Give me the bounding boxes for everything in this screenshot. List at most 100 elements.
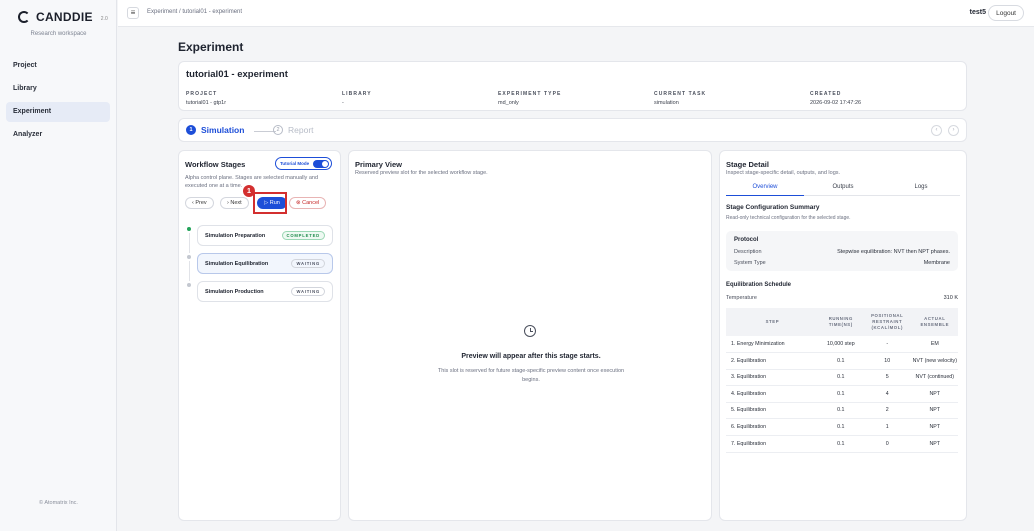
step-number: 2 (273, 125, 283, 135)
chevron-left-icon[interactable]: ‹ (931, 125, 942, 136)
meta-library: LIBRARY - (342, 91, 492, 106)
table-cell: 4. Equilibration (726, 385, 819, 403)
stage-dot (187, 227, 191, 231)
table-cell: 6. Equilibration (726, 418, 819, 437)
meta-value: simulation (654, 99, 679, 106)
tutorial-mode-toggle[interactable]: Tutorial Mode (275, 157, 332, 170)
table-header-row: STEP RUNNING TIME(NS) POSITIONAL RESTRAI… (726, 308, 958, 336)
tab-overview[interactable]: Overview (726, 184, 804, 196)
step-label: Report (288, 125, 314, 135)
table-cell: 10,000 step (818, 336, 863, 354)
logout-button[interactable]: Logout (988, 5, 1024, 21)
status-badge: WAITING (291, 259, 325, 268)
primary-view-panel: Primary View Reserved preview slot for t… (348, 150, 712, 521)
protocol-row: Description Stepwise equilibration: NVT … (734, 249, 950, 255)
section-subtitle: Read-only technical configuration for th… (726, 215, 851, 221)
protocol-box: Protocol Description Stepwise equilibrat… (726, 231, 958, 271)
panel-subtitle: Inspect stage-specific detail, outputs, … (726, 170, 841, 176)
toggle-switch[interactable] (313, 159, 329, 168)
table-cell: NPT (911, 402, 958, 420)
chevron-right-icon[interactable]: › (948, 125, 959, 136)
table-row: 2. Equilibration 0.1 10 NVT (new velocity) (726, 352, 958, 370)
prev-button[interactable]: ‹ Prev (185, 197, 214, 209)
stage-dot (187, 255, 191, 259)
status-badge: WAITING (291, 287, 325, 296)
step-simulation[interactable]: 1 Simulation (186, 125, 244, 135)
table-cell: 3. Equilibration (726, 369, 819, 387)
workspace-label: Research workspace (30, 31, 87, 37)
sidebar: CANDDIE 2.0 Research workspace Project L… (0, 0, 117, 531)
row-value: 310 K (943, 295, 958, 301)
table-cell: 0.1 (818, 369, 863, 387)
stage-item[interactable]: Simulation Preparation COMPLETED (197, 225, 333, 246)
tab-logs[interactable]: Logs (882, 184, 960, 196)
tab-outputs[interactable]: Outputs (804, 184, 882, 196)
annotation-highlight (253, 192, 287, 214)
sidebar-item-library[interactable]: Library (6, 79, 110, 99)
table-row: 4. Equilibration 0.1 4 NPT (726, 385, 958, 403)
panel-title: Stage Detail (726, 160, 769, 169)
menu-icon[interactable]: ≡ (127, 7, 139, 19)
row-key: Description (734, 249, 762, 255)
topbar: ≡ Experiment / tutorial01 - experiment t… (118, 0, 1034, 27)
table-row: 6. Equilibration 0.1 1 NPT (726, 418, 958, 437)
panel-title: Workflow Stages (185, 160, 246, 169)
sidebar-item-experiment[interactable]: Experiment (6, 102, 110, 122)
table-cell: 0.1 (818, 418, 863, 437)
logo[interactable]: CANDDIE 2.0 (18, 10, 108, 24)
meta-value: tutorial01 - gtp1r (186, 99, 227, 106)
step-number: 1 (186, 125, 196, 135)
stage-connector (188, 233, 190, 253)
step-label: Simulation (201, 125, 245, 135)
clock-icon (524, 325, 536, 337)
table-row: 1. Energy Minimization 10,000 step - EM (726, 336, 958, 354)
table-cell: 7. Equilibration (726, 435, 819, 453)
table-cell: 2 (862, 402, 912, 420)
username: test5 (969, 9, 986, 16)
meta-label: CREATED (810, 91, 842, 97)
app-name: CANDDIE (36, 10, 93, 24)
stage-item[interactable]: Simulation Equilibration WAITING (197, 253, 333, 274)
sidebar-item-project[interactable]: Project (6, 56, 110, 76)
column-header: STEP (726, 308, 819, 336)
stepper: 1 Simulation 2 Report ‹ › (178, 118, 967, 142)
table-cell: 1. Energy Minimization (726, 336, 819, 354)
table-cell: NPT (911, 435, 958, 453)
schedule-title: Equilibration Schedule (726, 282, 792, 288)
meta-project: PROJECT tutorial01 - gtp1r (186, 91, 336, 106)
breadcrumb: Experiment / tutorial01 - experiment (147, 9, 243, 15)
table-cell: 2. Equilibration (726, 352, 819, 370)
column-header: ACTUAL ENSEMBLE (911, 308, 958, 336)
meta-created: CREATED 2026-09-02 17:47:26 (810, 91, 960, 106)
annotation-badge: 1 (243, 185, 255, 197)
panel-subtitle: Reserved preview slot for the selected w… (355, 170, 488, 176)
row-value: Membrane (923, 260, 950, 266)
stage-name: Simulation Production (205, 288, 264, 295)
table-row: 3. Equilibration 0.1 5 NVT (continued) (726, 369, 958, 387)
stage-item[interactable]: Simulation Production WAITING (197, 281, 333, 302)
step-report[interactable]: 2 Report (273, 125, 314, 135)
table-cell: EM (911, 336, 958, 354)
row-key: System Type (734, 260, 766, 266)
table-cell: 5 (862, 369, 912, 387)
meta-label: CURRENT TASK (654, 91, 707, 97)
copyright: © Atomatrix Inc. (39, 500, 78, 506)
table-cell: - (862, 336, 912, 354)
status-badge: COMPLETED (281, 231, 325, 240)
table-cell: 5. Equilibration (726, 402, 819, 420)
table-cell: 0.1 (818, 402, 863, 420)
stage-dot (187, 283, 191, 287)
panel-title: Primary View (355, 160, 402, 169)
next-button[interactable]: › Next (220, 197, 249, 209)
cancel-button[interactable]: ⊗ Cancel (289, 197, 327, 209)
table-cell: 1 (862, 418, 912, 437)
meta-label: EXPERIMENT TYPE (498, 91, 562, 97)
meta-current-task: CURRENT TASK simulation (654, 91, 804, 106)
meta-value: - (342, 99, 344, 106)
table-cell: NVT (continued) (911, 369, 958, 387)
sidebar-item-analyzer[interactable]: Analyzer (6, 125, 110, 145)
temperature-row: Temperature 310 K (726, 295, 958, 301)
meta-experiment-type: EXPERIMENT TYPE md_only (498, 91, 648, 106)
table-cell: NPT (911, 385, 958, 403)
meta-label: PROJECT (186, 91, 218, 97)
